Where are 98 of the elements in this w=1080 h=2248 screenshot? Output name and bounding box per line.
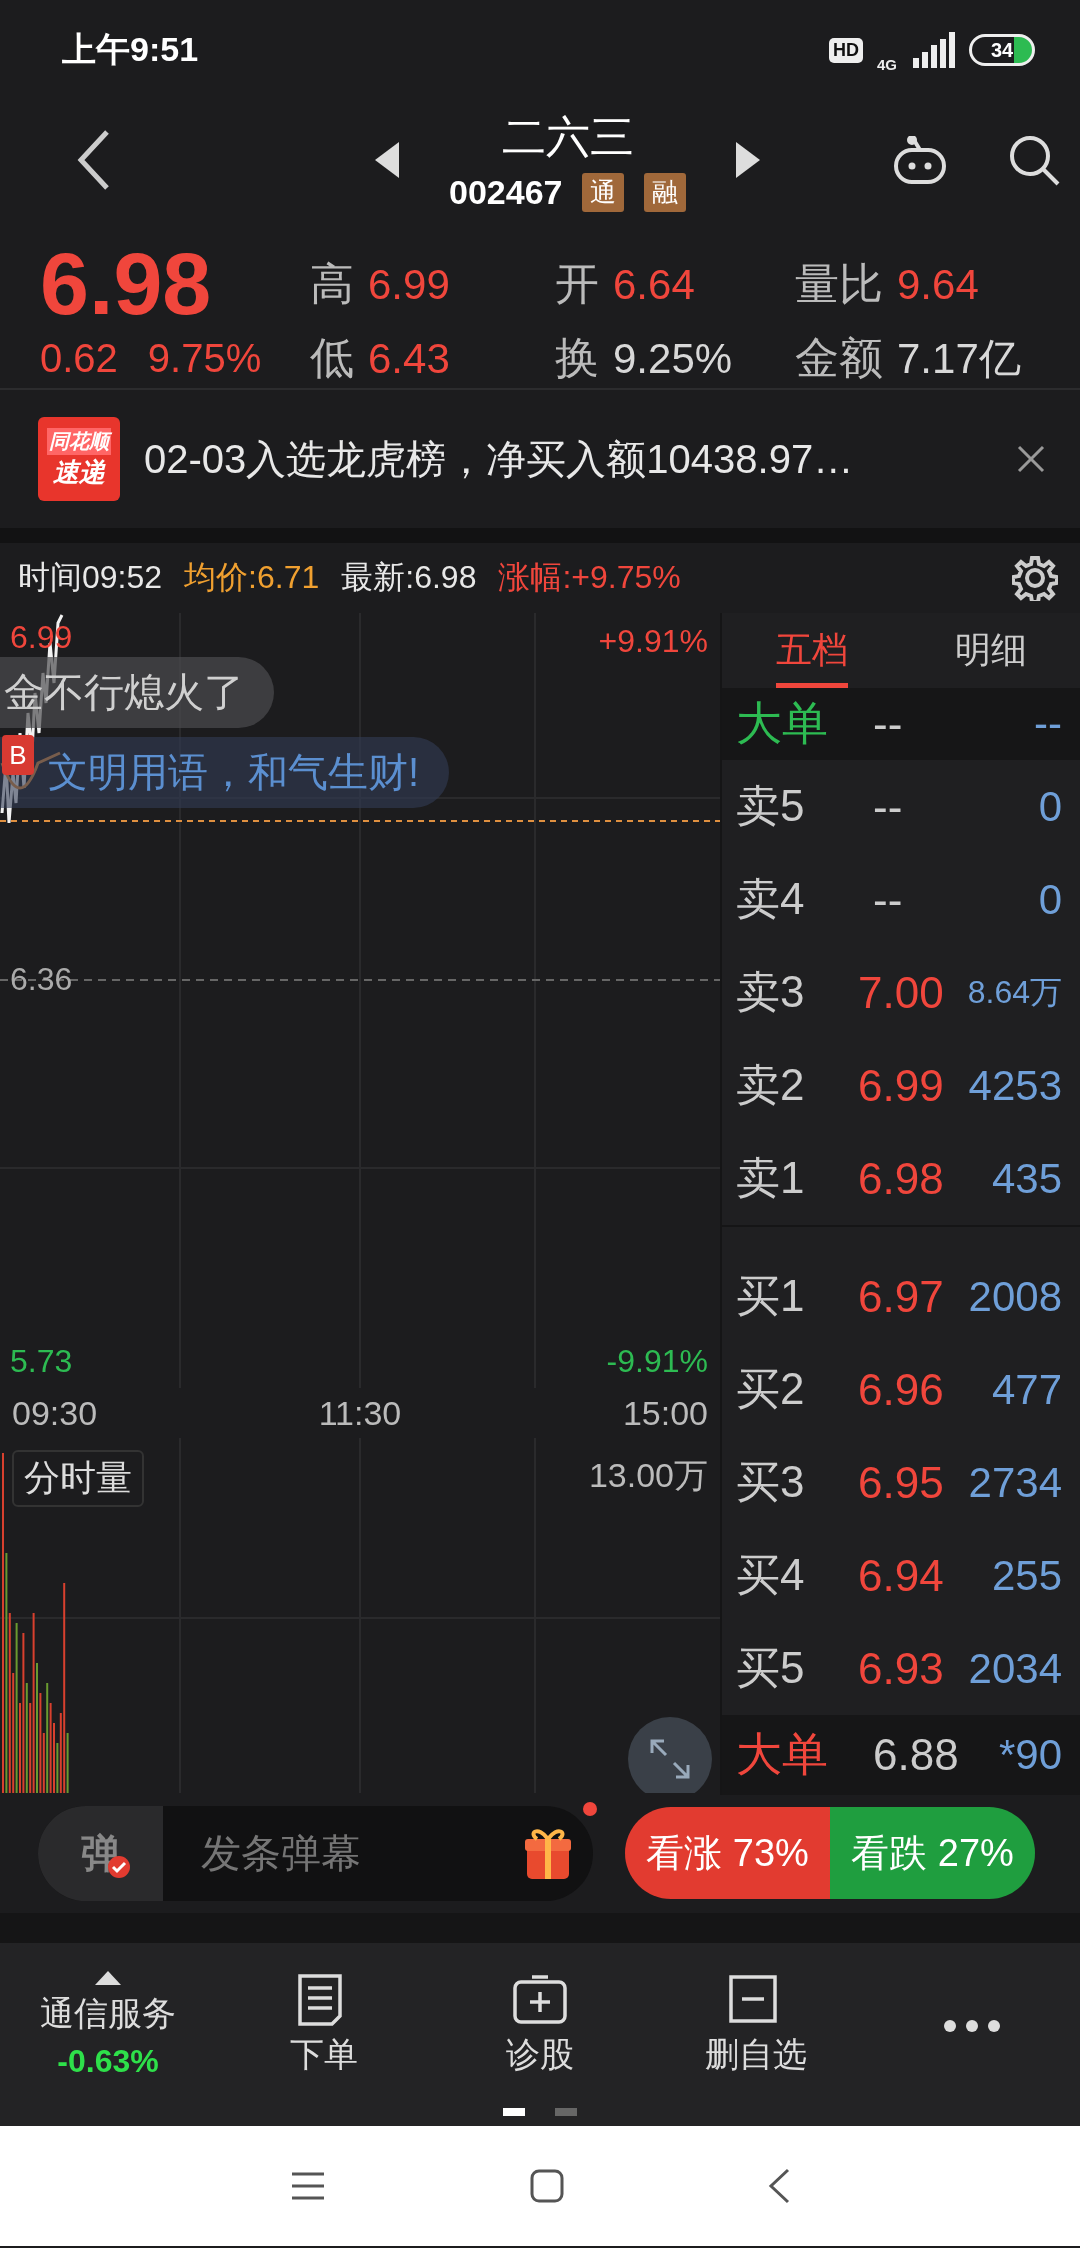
buy-marker: B: [2, 735, 34, 775]
caret-up-icon: [95, 1971, 121, 1985]
time-axis-label: 11:30: [318, 1393, 402, 1433]
order-price: 6.94: [858, 1550, 944, 1601]
order-price: --: [872, 874, 903, 925]
price-change: 0.62: [40, 335, 118, 381]
stat-value: 9.25%: [613, 334, 733, 383]
order-price: 7.00: [858, 967, 944, 1018]
order-volume: 2008: [967, 1272, 1062, 1321]
clock-time: 上午9:51: [62, 29, 199, 70]
order-level-label: 买3: [736, 1456, 806, 1508]
order-price: 6.98: [858, 1153, 944, 1204]
sector-button[interactable]: 通信服务 -0.63%: [0, 1970, 216, 2081]
expand-icon: [650, 1739, 690, 1779]
big-order-volume: --: [1033, 700, 1062, 748]
logo-text: 同花顺: [47, 428, 111, 455]
stat-label: 量比: [795, 257, 883, 310]
order-volume: 2034: [967, 1644, 1062, 1693]
percent-change: 9.75%: [147, 335, 262, 381]
toolbar-button[interactable]: 删自选: [648, 1972, 864, 2079]
back-icon[interactable]: [768, 2168, 790, 2204]
previous-stock-icon[interactable]: [375, 142, 399, 178]
stat-value: 6.64: [613, 260, 695, 309]
toolbar-button[interactable]: 下单: [216, 1972, 432, 2079]
big-order-price: --: [872, 699, 903, 749]
battery-icon: 34: [969, 34, 1035, 66]
order-price: 6.97: [858, 1271, 944, 1322]
big-order-label: 大单: [736, 696, 829, 751]
order-book-tab[interactable]: 明细: [901, 613, 1080, 688]
settings-icon[interactable]: [1012, 555, 1058, 601]
hd-badge: HD: [829, 37, 863, 63]
more-icon: [944, 2019, 1000, 2032]
stat-value: 6.99: [368, 260, 450, 309]
order-price: 6.95: [858, 1457, 944, 1508]
last-price: 6.98: [40, 240, 213, 328]
price-low-label: 5.73: [10, 1343, 73, 1380]
comment-bubble: 金不行熄火了: [0, 657, 274, 728]
news-headline[interactable]: 02-03入选龙虎榜，净买入额10438.97…: [144, 431, 993, 487]
plus-box-icon: [512, 1973, 568, 2026]
order-level-label: 卖4: [736, 873, 806, 925]
stat-label: 开: [555, 257, 599, 310]
close-icon[interactable]: [1017, 445, 1045, 473]
stat-label: 换: [555, 331, 599, 384]
change-readout: 涨幅:+9.75%: [498, 558, 682, 597]
order-price: 6.99: [858, 1060, 944, 1111]
order-volume: 477: [990, 1365, 1062, 1414]
percent-low-label: -9.91%: [606, 1343, 708, 1380]
order-level-label: 卖3: [736, 966, 806, 1018]
order-level-label: 卖1: [736, 1152, 806, 1204]
order-price: 6.93: [858, 1643, 944, 1694]
order-level-label: 卖5: [736, 780, 806, 832]
order-level-label: 买2: [736, 1363, 806, 1415]
big-order-volume: *90: [997, 1731, 1062, 1779]
volume-label[interactable]: 分时量: [12, 1450, 144, 1507]
order-level-label: 买4: [736, 1549, 806, 1601]
order-level-label: 买5: [736, 1642, 806, 1694]
order-level-label: 卖2: [736, 1059, 806, 1111]
big-order-label: 大单: [736, 1727, 829, 1782]
stat-label: 低: [310, 331, 354, 384]
order-volume: 255: [990, 1551, 1062, 1600]
robot-icon[interactable]: [892, 136, 949, 184]
average-price: 均价:6.71: [184, 558, 320, 597]
percent-high-label: +9.91%: [598, 623, 708, 660]
order-price: --: [872, 781, 903, 832]
volume-max-label: 13.00万: [588, 1455, 708, 1496]
stat-label: 金额: [795, 331, 883, 384]
stock-tag: 通: [582, 173, 625, 212]
price-mid-label: 6.36: [10, 961, 73, 998]
stat-value: 9.64: [897, 260, 979, 309]
order-volume: 2734: [967, 1458, 1062, 1507]
signal-icon: [911, 32, 955, 68]
stat-value: 7.17亿: [897, 333, 1021, 384]
stat-label: 高: [310, 257, 354, 310]
order-volume: 0: [1037, 782, 1062, 831]
time-axis-label: 15:00: [622, 1393, 708, 1433]
home-icon[interactable]: [530, 2169, 564, 2203]
time-readout: 时间09:52: [18, 558, 163, 597]
search-icon[interactable]: [1008, 134, 1061, 186]
danmu-toggle-label[interactable]: 弹: [80, 1825, 121, 1881]
order-level-label: 买1: [736, 1270, 806, 1322]
stat-value: 6.43: [368, 334, 450, 383]
stock-tag: 融: [644, 173, 687, 212]
order-volume: 8.64万: [966, 972, 1062, 1012]
network-label: 4G: [877, 55, 897, 73]
big-order-price: 6.88: [872, 1730, 959, 1780]
order-volume: 0: [1037, 875, 1062, 924]
menu-icon[interactable]: [290, 2171, 326, 2201]
order-volume: 4253: [967, 1061, 1062, 1110]
order-volume: 435: [990, 1154, 1062, 1203]
latest-price: 最新:6.98: [341, 558, 477, 597]
order-price: 6.96: [858, 1364, 944, 1415]
stock-code: 002467: [449, 173, 563, 212]
logo-text: 速递: [53, 456, 105, 489]
stock-name: 二六三: [501, 111, 634, 163]
next-stock-icon[interactable]: [736, 142, 761, 178]
toolbar-button[interactable]: 诊股: [432, 1972, 648, 2079]
bullish-vote-button[interactable]: 看涨 73%: [625, 1807, 830, 1899]
time-axis-label: 09:30: [12, 1393, 98, 1433]
